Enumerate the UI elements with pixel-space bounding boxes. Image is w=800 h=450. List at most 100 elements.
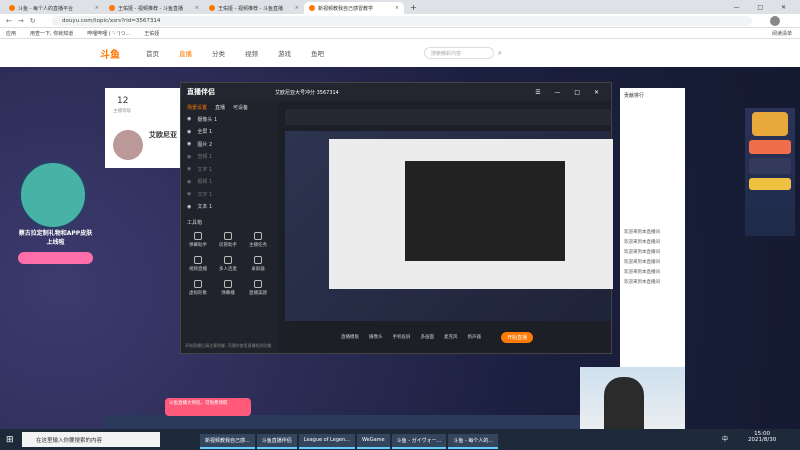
new-tab-icon[interactable]: + xyxy=(410,3,417,12)
ctrl-speaker[interactable]: 扬声器 xyxy=(468,334,482,340)
streamer-avatar[interactable] xyxy=(113,130,143,160)
stream-preview[interactable] xyxy=(285,131,613,321)
taskbar-clock[interactable]: 15:00 2021/8/30 xyxy=(748,431,776,443)
site-logo[interactable]: 斗鱼 xyxy=(100,46,120,61)
left-promo-banner[interactable]: 蔡古拉定制礼物和APP皮肤上线啦 xyxy=(8,160,98,272)
chat-header[interactable]: 贡献排行 xyxy=(624,92,681,99)
taskbar-app[interactable]: 新视频教我自己感... xyxy=(200,433,255,449)
start-live-button[interactable]: 开始直播 xyxy=(501,331,534,343)
source-item[interactable]: ◉ 全屏 1 xyxy=(181,126,279,139)
obs-control-bar: 直播模板 摄像头 手机投屏 多画面 麦克风 扬声器 开始直播 xyxy=(281,321,611,353)
ctrl-phone[interactable]: 手机投屏 xyxy=(393,334,411,340)
bookmark-apps[interactable]: 应用 xyxy=(6,30,16,37)
bookmark-item[interactable]: 哔哩哔哩 ( '- ')つ... xyxy=(87,30,130,37)
search-icon[interactable]: ⌕ xyxy=(498,49,502,58)
chat-line: 欢迎来到本直播间 xyxy=(624,250,660,255)
taskbar-apps: 新视频教我自己感... 斗鱼直播伴侣 League of Legen... We… xyxy=(200,429,500,450)
browser-tab[interactable]: 斗鱼 - 每个人的直播平台 × xyxy=(4,2,104,14)
site-header: 斗鱼 首页 直播 分类 视频 游戏 鱼吧 搜索精彩内容 ⌕ xyxy=(0,39,800,67)
ctrl-camera[interactable]: 摄像头 xyxy=(369,334,383,340)
eye-icon[interactable]: ◉ xyxy=(187,116,191,122)
mascot-icon xyxy=(18,160,88,230)
eye-icon[interactable]: ◉ xyxy=(187,204,191,210)
obs-title-bar: 直播伴侣 艾欧尼亚大号冲分 3567314 ☰ — □ ✕ xyxy=(181,83,611,101)
browser-tab-active[interactable]: 新视频教我自己感冒教学 × xyxy=(304,2,404,14)
taskbar-app[interactable]: WeGame xyxy=(357,433,390,449)
nested-obs-capture xyxy=(405,161,565,261)
taskbar-app[interactable]: 斗鱼 - 每个人的... xyxy=(448,433,499,449)
bookmark-item[interactable]: 用查一下, 你就知道 xyxy=(30,30,73,37)
browser-tab[interactable]: 王佑娅 - 视频推荐 - 斗鱼直播 × xyxy=(104,2,204,14)
nav-live[interactable]: 直播 xyxy=(179,48,192,58)
reload-icon[interactable]: ↻ xyxy=(30,17,36,25)
forward-icon[interactable]: → xyxy=(18,17,24,25)
eye-icon[interactable]: ◉ xyxy=(187,179,191,185)
taskbar-app[interactable]: 斗鱼直播伴侣 xyxy=(256,433,297,449)
close-icon[interactable]: × xyxy=(195,5,199,11)
tool-multi-mic[interactable]: 多人连麦 xyxy=(213,252,243,276)
tool-task[interactable]: 主播任务 xyxy=(243,228,273,252)
taskbar-lang[interactable]: 中 xyxy=(722,434,728,443)
tab-favicon-icon xyxy=(9,5,15,11)
scene-panel: 场景设置 直播 可设备 ◉ 摄像头 1 ◉ 全屏 1 ◉ 图片 2 ◉ 音频 1 ◉ 文字… xyxy=(181,101,279,353)
ctrl-multiview[interactable]: 多画面 xyxy=(421,334,435,340)
eye-icon[interactable]: ◉ xyxy=(187,141,191,147)
event-badge-icon xyxy=(752,112,788,136)
site-search-input[interactable]: 搜索精彩内容 xyxy=(424,47,494,59)
eye-icon[interactable]: ◉ xyxy=(187,191,191,197)
close-icon[interactable]: × xyxy=(395,5,399,11)
tool-video[interactable]: 视频直播 xyxy=(183,252,213,276)
tab-scene[interactable]: 场景设置 xyxy=(187,104,207,111)
streamer-card: 12 主播等级 艾欧尼亚 xyxy=(105,88,185,168)
chat-line: 欢迎来到本直播间 xyxy=(624,280,660,285)
address-bar[interactable]: douyu.com/topic/xsrs?rid=3567314 xyxy=(52,16,752,26)
tool-manager[interactable]: 房管助手 xyxy=(213,228,243,252)
source-item[interactable]: ◉ 文字 1 xyxy=(181,163,279,176)
app-logo: 直播伴侣 xyxy=(187,88,215,96)
source-item[interactable]: ◉ 音频 1 xyxy=(181,151,279,164)
status-text: 开始直播后请注意防御, 可随时使用直播检测功能 xyxy=(185,343,272,348)
ctrl-template[interactable]: 直播模板 xyxy=(341,334,359,340)
right-promo-banner[interactable] xyxy=(745,108,795,236)
tool-danmu-play[interactable]: 弹幕播 xyxy=(213,276,243,300)
window-controls[interactable]: ☰ — □ ✕ xyxy=(535,89,605,96)
tool-avatar[interactable]: 虚拟形象 xyxy=(183,276,213,300)
tab-favicon-icon xyxy=(109,5,115,11)
nav-category[interactable]: 分类 xyxy=(212,48,225,58)
reading-list[interactable]: 阅读清单 xyxy=(772,30,792,37)
close-icon[interactable]: × xyxy=(295,5,299,11)
tool-beauty[interactable]: 直播美颜 xyxy=(243,276,273,300)
taskbar-app[interactable]: 斗鱼 - ガイヴォー... xyxy=(391,433,447,449)
follow-label: 主播等级 xyxy=(113,109,131,114)
tab-favicon-icon xyxy=(309,5,315,11)
window-controls[interactable]: — □ ✕ xyxy=(733,4,794,11)
back-icon[interactable]: ← xyxy=(6,17,12,25)
browser-tab[interactable]: 王佑娅 - 视频推荐 - 斗鱼直播 × xyxy=(204,2,304,14)
source-item[interactable]: ◉ 摄像头 1 xyxy=(181,113,279,126)
bookmark-item[interactable]: 王佑娅 xyxy=(144,30,159,37)
tool-danmu[interactable]: 弹幕助手 xyxy=(183,228,213,252)
tab-device[interactable]: 可设备 xyxy=(233,104,248,111)
banner-button[interactable] xyxy=(18,252,93,264)
source-item[interactable]: ◉ 文本 1 xyxy=(181,201,279,214)
source-item[interactable]: ◉ 文字 1 xyxy=(181,188,279,201)
source-item[interactable]: ◉ 图片 2 xyxy=(181,138,279,151)
start-icon[interactable]: ⊞ xyxy=(6,435,14,445)
taskbar-search[interactable]: 在这里输入你要搜索的内容 xyxy=(22,432,160,447)
profile-avatar[interactable] xyxy=(770,16,780,26)
eye-icon[interactable]: ◉ xyxy=(187,129,191,135)
close-icon[interactable]: × xyxy=(95,5,99,11)
taskbar-app[interactable]: League of Legen... xyxy=(298,433,356,449)
ctrl-mic[interactable]: 麦克风 xyxy=(444,334,458,340)
nav-fishbar[interactable]: 鱼吧 xyxy=(311,48,324,58)
eye-icon[interactable]: ◉ xyxy=(187,154,191,160)
nav-home[interactable]: 首页 xyxy=(146,48,159,58)
tool-recorder[interactable]: 录屏器 xyxy=(243,252,273,276)
eye-icon[interactable]: ◉ xyxy=(187,166,191,172)
promo-bubble[interactable]: 斗鱼直播大师巡，可免费领取 xyxy=(165,398,251,416)
chat-line: 欢迎来到本直播间 xyxy=(624,260,660,265)
source-item[interactable]: ◉ 视频 1 xyxy=(181,176,279,189)
nav-video[interactable]: 视频 xyxy=(245,48,258,58)
nav-game[interactable]: 游戏 xyxy=(278,48,291,58)
tab-live[interactable]: 直播 xyxy=(215,104,225,111)
